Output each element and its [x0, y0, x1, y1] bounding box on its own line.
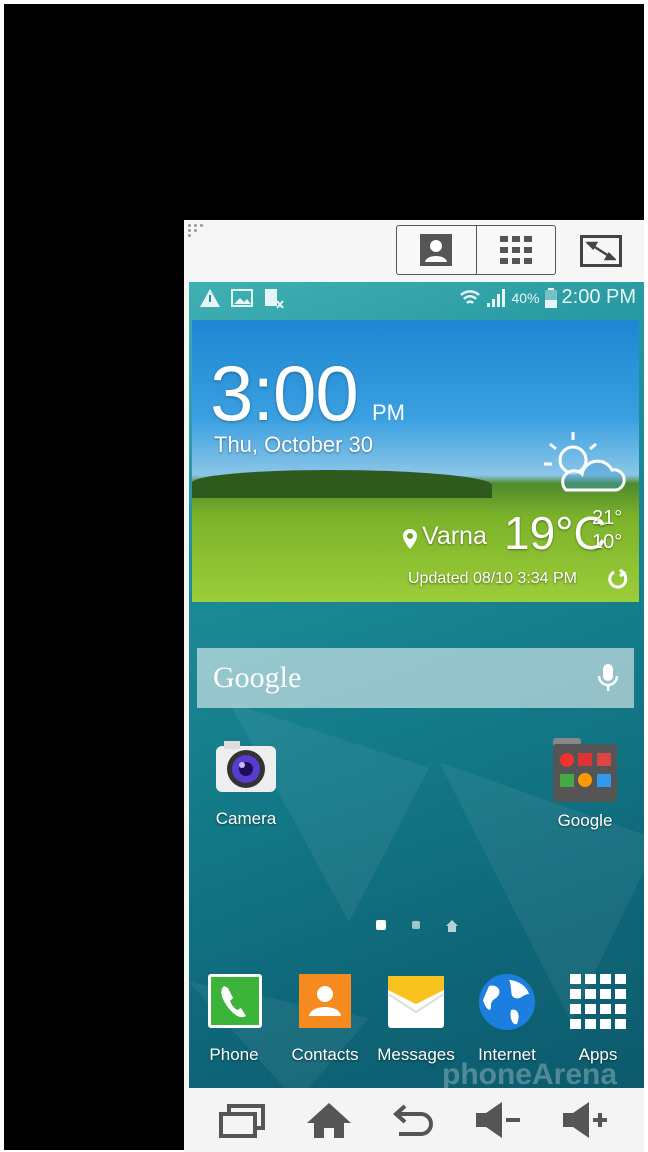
app-label: Camera [215, 809, 277, 828]
camera-icon [216, 741, 276, 792]
volume-up-icon[interactable] [561, 1101, 609, 1139]
signal-icon [487, 288, 506, 307]
expand-arrows-icon [586, 241, 616, 261]
widget-high-low: 21° 10° [592, 506, 622, 554]
watermark: phoneArena [442, 1058, 618, 1091]
dock-messages[interactable]: Messages [371, 974, 461, 1065]
app-label: Phone [209, 1045, 259, 1064]
home-icon[interactable] [306, 1101, 352, 1139]
low-temp: 10° [592, 531, 623, 553]
recent-apps-icon[interactable] [219, 1102, 267, 1138]
app-google-folder[interactable]: Google [540, 738, 630, 831]
high-temp: 21° [592, 507, 623, 529]
google-search-bar[interactable]: Google [197, 648, 634, 708]
widget-updated: Updated 08/10 3:34 PM [408, 570, 578, 587]
microphone-icon[interactable] [598, 664, 618, 692]
volume-down-icon[interactable] [474, 1101, 522, 1139]
google-logo: Google [213, 661, 302, 694]
home-page-icon[interactable] [445, 920, 458, 932]
status-bar: 40% 2:00 PM [189, 282, 644, 316]
phone-icon [208, 974, 262, 1028]
page-indicator [189, 920, 644, 932]
warning-icon [200, 289, 220, 307]
refresh-icon[interactable] [606, 568, 628, 590]
person-icon [420, 234, 453, 266]
messages-icon [387, 976, 445, 1028]
google-folder-icon [553, 738, 617, 802]
dock-contacts[interactable]: Contacts [280, 974, 370, 1065]
fullscreen-button[interactable] [580, 235, 622, 267]
widget-ampm: PM [372, 400, 405, 425]
apps-grid-icon [570, 974, 626, 1029]
dock-internet[interactable]: Internet [462, 974, 552, 1065]
contacts-icon [299, 974, 351, 1028]
apps-mode-button[interactable] [475, 226, 556, 274]
drag-handle-icon[interactable] [188, 224, 206, 238]
app-label: Google [557, 811, 613, 830]
location-pin-icon [403, 529, 417, 549]
navigation-bar [184, 1088, 644, 1152]
widget-location: Varna [422, 522, 487, 550]
dock-phone[interactable]: Phone [189, 974, 279, 1065]
phone-window: 40% 2:00 PM 3:00 PM Thu, October 30 Varn… [184, 220, 644, 1152]
widget-date: Thu, October 30 [214, 432, 373, 457]
app-camera[interactable]: Camera [201, 738, 291, 829]
window-toolbar [184, 220, 644, 282]
no-sim-icon [265, 289, 284, 309]
globe-icon [479, 974, 535, 1030]
wifi-icon [460, 289, 481, 304]
app-label: Contacts [291, 1045, 359, 1064]
mode-segmented-control [396, 225, 556, 275]
page-dot[interactable] [411, 921, 420, 929]
image-icon [231, 289, 253, 307]
dock-apps[interactable]: Apps [553, 974, 643, 1065]
status-time: 2:00 PM [561, 286, 636, 308]
contacts-mode-button[interactable] [397, 226, 476, 274]
widget-time: 3:00 [210, 349, 359, 437]
partly-cloudy-icon [544, 432, 626, 492]
battery-icon [544, 287, 557, 308]
back-icon[interactable] [391, 1102, 435, 1138]
battery-percent: 40% [511, 289, 540, 306]
grid-icon [499, 236, 532, 264]
clock-weather-widget[interactable]: 3:00 PM Thu, October 30 Varna 19°C 21° 10… [192, 320, 639, 602]
home-screen: 40% 2:00 PM 3:00 PM Thu, October 30 Varn… [189, 282, 644, 1088]
page-dot-active[interactable] [375, 920, 386, 930]
